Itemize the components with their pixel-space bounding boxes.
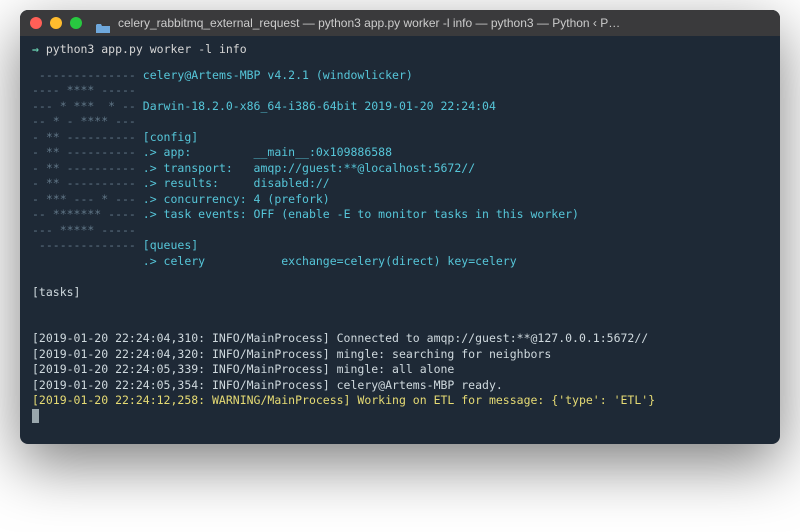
log-line-warning: [2019-01-20 22:24:12,258: WARNING/MainPr…: [32, 393, 655, 407]
traffic-lights: [30, 17, 82, 29]
prompt-line: ⇒ python3 app.py worker -l info: [32, 42, 768, 58]
tasks-header: [tasks]: [32, 285, 80, 299]
log-line: [2019-01-20 22:24:04,320: INFO/MainProce…: [32, 347, 551, 361]
cursor-icon: [32, 409, 39, 423]
zoom-icon[interactable]: [70, 17, 82, 29]
folder-icon: [96, 18, 110, 28]
close-icon[interactable]: [30, 17, 42, 29]
prompt-arrow-icon: ⇒: [32, 42, 39, 56]
window-title: celery_rabbitmq_external_request — pytho…: [118, 16, 770, 30]
titlebar[interactable]: celery_rabbitmq_external_request — pytho…: [20, 10, 780, 36]
minimize-icon[interactable]: [50, 17, 62, 29]
log-line: [2019-01-20 22:24:05,339: INFO/MainProce…: [32, 362, 454, 376]
tasks-section: [tasks] [2019-01-20 22:24:04,310: INFO/M…: [32, 269, 768, 424]
celery-banner: -------------- celery@Artems-MBP v4.2.1 …: [32, 68, 768, 270]
log-line: [2019-01-20 22:24:04,310: INFO/MainProce…: [32, 331, 648, 345]
terminal-body[interactable]: ⇒ python3 app.py worker -l info --------…: [20, 36, 780, 444]
prompt-command: python3 app.py worker -l info: [46, 42, 247, 56]
terminal-window: celery_rabbitmq_external_request — pytho…: [20, 10, 780, 444]
log-line: [2019-01-20 22:24:05,354: INFO/MainProce…: [32, 378, 503, 392]
